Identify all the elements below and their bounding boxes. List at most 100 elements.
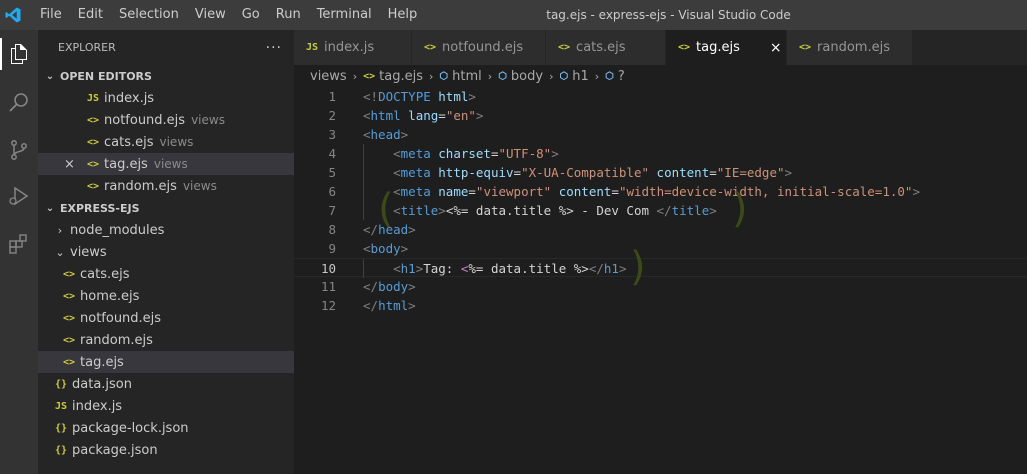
code-text: <meta http-equiv="X-UA-Compatible" conte… xyxy=(393,165,793,180)
code-line: 12 </html> xyxy=(294,296,1027,315)
extensions-icon[interactable] xyxy=(3,228,35,260)
menu-go[interactable]: Go xyxy=(234,0,268,30)
file-item[interactable]: {} package.json xyxy=(38,439,294,461)
ejs-file-icon: <> xyxy=(62,334,76,346)
file-item[interactable]: <> notfound.ejs xyxy=(38,307,294,329)
chevron-down-icon: ⌄ xyxy=(55,245,65,259)
breadcrumb-unknown[interactable]: ? xyxy=(618,69,625,84)
breadcrumb-h1[interactable]: h1 xyxy=(572,69,589,84)
menu-run[interactable]: Run xyxy=(268,0,309,30)
element-icon: ⬡ xyxy=(605,70,614,82)
tab-tag-ejs[interactable]: <> tag.ejs × xyxy=(666,30,787,65)
project-header[interactable]: ⌄ EXPRESS-EJS xyxy=(38,197,294,219)
chevron-right-icon: › xyxy=(549,69,554,83)
code-line: 3 <head> xyxy=(294,125,1027,144)
breadcrumb-file[interactable]: tag.ejs xyxy=(379,69,423,84)
json-file-icon: {} xyxy=(54,422,68,434)
code-text: <!DOCTYPE html> xyxy=(363,89,476,104)
code-line: 7 <title><%= data.title %> - Dev Com </t… xyxy=(294,189,1027,229)
menu-file[interactable]: File xyxy=(32,0,70,30)
line-number: 3 xyxy=(328,127,336,142)
chevron-down-icon: ⌄ xyxy=(45,202,55,214)
open-editor-item-active[interactable]: × <> tag.ejs views xyxy=(38,153,294,175)
tab-notfound-ejs[interactable]: <> notfound.ejs xyxy=(412,30,546,65)
menu-edit[interactable]: Edit xyxy=(70,0,111,30)
code-line: 9 <body> xyxy=(294,239,1027,258)
code-line: 8 </head> xyxy=(294,220,1027,239)
close-icon[interactable]: × xyxy=(64,157,75,172)
breadcrumb: views › <> tag.ejs › ⬡ html › ⬡ body › ⬡… xyxy=(294,65,1027,87)
code-text: </head> xyxy=(363,222,416,237)
folder-item[interactable]: › node_modules xyxy=(38,219,294,241)
chevron-right-icon: › xyxy=(352,69,358,83)
explorer-sidebar: EXPLORER ··· ⌄ OPEN EDITORS JS index.js … xyxy=(38,30,294,474)
menu-bar: File Edit Selection View Go Run Terminal… xyxy=(32,0,425,30)
title-bar: File Edit Selection View Go Run Terminal… xyxy=(0,0,1027,30)
file-item[interactable]: <> cats.ejs xyxy=(38,263,294,285)
file-item[interactable]: <> home.ejs xyxy=(38,285,294,307)
code-text: <html lang="en"> xyxy=(363,108,484,123)
breadcrumb-folder[interactable]: views xyxy=(310,69,347,84)
code-line: 5 <meta http-equiv="X-UA-Compatible" con… xyxy=(294,163,1027,182)
file-item[interactable]: {} data.json xyxy=(38,373,294,395)
tab-cats-ejs[interactable]: <> cats.ejs xyxy=(546,30,666,65)
tab-random-ejs[interactable]: <> random.ejs xyxy=(787,30,913,65)
json-file-icon: {} xyxy=(54,444,68,456)
open-editor-item[interactable]: <> cats.ejs views xyxy=(38,131,294,153)
line-number: 5 xyxy=(328,165,336,180)
code-line: 1 <!DOCTYPE html> xyxy=(294,87,1027,106)
open-editors-header[interactable]: ⌄ OPEN EDITORS xyxy=(38,65,294,87)
menu-terminal[interactable]: Terminal xyxy=(309,0,380,30)
code-text: <body> xyxy=(363,241,409,256)
menu-selection[interactable]: Selection xyxy=(111,0,187,30)
json-file-icon: {} xyxy=(54,378,68,390)
ejs-file-icon: <> xyxy=(363,70,376,82)
sidebar-header: EXPLORER ··· xyxy=(38,30,294,65)
file-item[interactable]: {} package-lock.json xyxy=(38,417,294,439)
line-number: 2 xyxy=(328,108,336,123)
explorer-icon[interactable] xyxy=(0,38,35,70)
close-icon[interactable]: × xyxy=(770,40,782,56)
breadcrumb-body[interactable]: body xyxy=(511,69,543,84)
element-icon: ⬡ xyxy=(498,70,507,82)
ejs-file-icon: <> xyxy=(62,290,76,302)
ejs-file-icon: <> xyxy=(86,158,100,170)
breadcrumb-html[interactable]: html xyxy=(452,69,482,84)
run-debug-icon[interactable] xyxy=(3,180,35,212)
ejs-file-icon: <> xyxy=(799,42,812,53)
line-number: 10 xyxy=(320,261,336,276)
ejs-file-icon: <> xyxy=(62,312,76,324)
js-file-icon: JS xyxy=(306,42,319,53)
code-line: 2 <html lang="en"> xyxy=(294,106,1027,125)
ejs-file-icon: <> xyxy=(678,42,691,53)
source-control-icon[interactable] xyxy=(3,134,35,166)
js-file-icon: JS xyxy=(86,92,100,104)
open-editor-item[interactable]: <> notfound.ejs views xyxy=(38,109,294,131)
folder-item[interactable]: ⌄ views xyxy=(38,241,294,263)
code-text: <title><%= data.title %> - Dev Com </tit… xyxy=(393,203,717,218)
line-number: 11 xyxy=(320,279,336,294)
chevron-right-icon: › xyxy=(487,69,493,83)
line-number: 7 xyxy=(328,203,336,218)
code-text: <head> xyxy=(363,127,409,142)
open-editor-item[interactable]: <> random.ejs views xyxy=(38,175,294,197)
file-item[interactable]: <> random.ejs xyxy=(38,329,294,351)
ejs-file-icon: <> xyxy=(86,180,100,192)
file-item-selected[interactable]: <> tag.ejs xyxy=(38,351,294,373)
chevron-right-icon: › xyxy=(429,69,434,83)
line-number: 8 xyxy=(328,222,336,237)
more-actions-icon[interactable]: ··· xyxy=(266,40,282,56)
line-number: 6 xyxy=(328,184,336,199)
code-editor[interactable]: 1 <!DOCTYPE html> 2 <html lang="en"> 3 <… xyxy=(294,87,1027,474)
js-file-icon: JS xyxy=(54,400,68,412)
chevron-down-icon: ⌄ xyxy=(45,70,55,82)
menu-view[interactable]: View xyxy=(187,0,234,30)
menu-help[interactable]: Help xyxy=(380,0,426,30)
element-icon: ⬡ xyxy=(559,70,569,82)
line-number: 4 xyxy=(328,146,336,161)
file-item[interactable]: JS index.js xyxy=(38,395,294,417)
search-icon[interactable] xyxy=(3,86,35,118)
code-text: <h1>Tag: <%= data.title %></h1> xyxy=(393,261,627,276)
tab-index-js[interactable]: JS index.js xyxy=(294,30,412,65)
open-editor-item[interactable]: JS index.js xyxy=(38,87,294,109)
